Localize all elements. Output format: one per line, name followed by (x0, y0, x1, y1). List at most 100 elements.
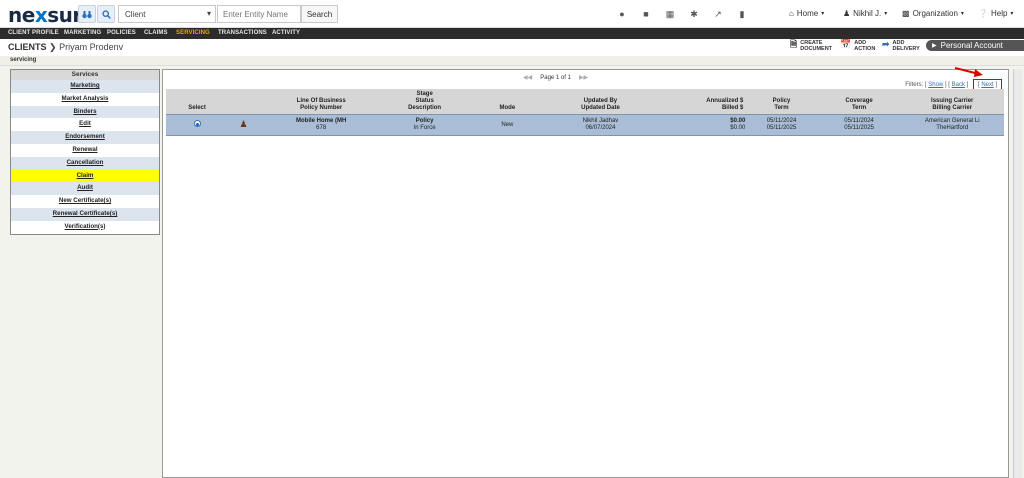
menu-activity[interactable]: ACTIVITY (272, 30, 300, 36)
entity-type-value: Client (125, 10, 146, 19)
organization-icon: ▩ (902, 9, 910, 18)
triangle-right-icon: ▶ (932, 43, 937, 49)
organization-menu[interactable]: ▩ Organization ▾ (902, 9, 964, 18)
main-menu-bar: CLIENT PROFILE MARKETING POLICIES CLAIMS… (0, 28, 1024, 39)
first-page-icon[interactable]: ◀◀ (523, 74, 532, 81)
sidebar-item-new-certificates[interactable]: New Certificate(s) (11, 195, 159, 208)
create-document-label: CREATE DOCUMENT (800, 40, 833, 52)
add-delivery-button[interactable]: ➦ ADD DELIVERY (882, 39, 920, 53)
sidebar-item-renewal[interactable]: Renewal (11, 144, 159, 157)
sidebar-item-marketing[interactable]: Marketing (11, 80, 159, 93)
col-icon (228, 89, 260, 115)
filter-next-link[interactable]: Next (981, 82, 993, 88)
personal-account-button[interactable]: ▶ Personal Account (926, 40, 1024, 51)
document-icon: 🗎 (790, 39, 798, 49)
chevron-down-icon: ▾ (960, 11, 964, 17)
row-coverage-term: 05/11/2024 05/11/2025 (817, 114, 901, 136)
col-coverage-term: Coverage Term (817, 89, 901, 115)
sidebar-item-endorsement[interactable]: Endorsement (11, 131, 159, 144)
add-action-button[interactable]: 📅 ADD ACTION (840, 39, 875, 53)
row-carrier: American General Li TheHartford (900, 114, 1004, 136)
sidebar-item-claim[interactable]: Claim (11, 169, 159, 183)
binoculars-button[interactable] (78, 5, 96, 23)
row-mode: New (465, 114, 549, 136)
section-title-bar: servicing (0, 56, 1024, 66)
col-select: Select (166, 89, 229, 115)
asterisk-icon[interactable]: ✱ (689, 9, 699, 19)
row-select-cell (166, 114, 229, 136)
search-button[interactable]: Search (301, 5, 338, 23)
services-heading: Services (11, 70, 159, 80)
row-policy-term: 05/11/2024 05/11/2025 (745, 114, 818, 136)
user-icon: ♟ (843, 9, 851, 18)
vertical-scrollbar[interactable] (1013, 69, 1022, 478)
row-annualized: $0.00 $0.00 (652, 114, 746, 136)
chevron-down-icon: ▾ (206, 9, 211, 18)
user-menu[interactable]: ♟ Nikhil J. ▾ (843, 9, 887, 18)
sidebar-item-cancellation[interactable]: Cancellation (11, 156, 159, 170)
menu-claims[interactable]: CLAIMS (144, 30, 168, 36)
chat-icon[interactable]: ■ (641, 9, 651, 19)
filters-bar: Filters: [ Show ] [ Back ] [ Next ] (905, 79, 1002, 91)
chevron-down-icon: ▾ (1010, 11, 1014, 17)
last-page-icon[interactable]: ▶▶ (579, 74, 588, 81)
top-bar: nexsure Client▾ Search ● ■ ▦ ✱ ↗ ▮ ⌂ Hom… (0, 0, 1024, 28)
table-row[interactable]: ♟ Mobile Home (MH 678 Policy In Force New … (166, 114, 1004, 136)
filters-label: Filters: (905, 82, 924, 88)
entity-name-input[interactable] (217, 5, 301, 23)
help-menu[interactable]: ❔ Help ▾ (978, 9, 1013, 18)
share-arrow-icon: ➦ (882, 39, 890, 49)
menu-marketing[interactable]: MARKETING (64, 30, 101, 36)
menu-policies[interactable]: POLICIES (107, 30, 136, 36)
row-line-of-business: Mobile Home (MH 678 (259, 114, 384, 136)
table-header-row: Select Line Of Business Policy Number Sta… (166, 89, 1004, 115)
toolbar-icons: ● ■ ▦ ✱ ↗ ▮ (617, 9, 747, 19)
person-icon[interactable]: ♟ (240, 119, 248, 129)
sidebar-item-market-analysis[interactable]: Market Analysis (11, 93, 159, 106)
sidebar-item-binders[interactable]: Binders (11, 105, 159, 119)
external-link-icon[interactable]: ↗ (713, 9, 723, 19)
policies-table: Select Line Of Business Policy Number Sta… (166, 89, 1004, 136)
home-label: Home (796, 9, 819, 18)
quick-search-button[interactable] (97, 5, 115, 23)
sidebar-item-audit[interactable]: Audit (11, 182, 159, 196)
menu-servicing[interactable]: SERVICING (176, 30, 210, 36)
calendar-add-icon: 📅 (840, 39, 852, 49)
col-carrier: Issuing Carrier Billing Carrier (900, 89, 1004, 115)
col-line-of-business: Line Of Business Policy Number (259, 89, 384, 115)
sidebar-item-renewal-certificates[interactable]: Renewal Certificate(s) (11, 207, 159, 221)
home-menu[interactable]: ⌂ Home ▾ (789, 9, 824, 18)
filter-show-link[interactable]: Show (928, 82, 943, 88)
bookmark-icon[interactable]: ▮ (737, 9, 747, 19)
organization-label: Organization (912, 9, 958, 18)
menu-client-profile[interactable]: CLIENT PROFILE (8, 30, 59, 36)
help-icon: ❔ (978, 9, 988, 18)
row-updated: Nikhil Jadhav 06/07/2024 (548, 114, 653, 136)
bell-icon[interactable]: ● (617, 9, 627, 19)
entity-type-select[interactable]: Client ▾ (118, 5, 216, 23)
menu-transactions[interactable]: TRANSACTIONS (218, 30, 267, 36)
breadcrumb-clients[interactable]: CLIENTS (8, 42, 47, 52)
col-mode: Mode (465, 89, 549, 115)
search-icon (101, 9, 111, 19)
binoculars-icon (82, 10, 92, 18)
breadcrumb: CLIENTS ❯ Priyam Prodenv (8, 42, 123, 53)
row-icon-cell: ♟ (228, 114, 260, 136)
page-indicator: Page 1 of 1 (540, 74, 571, 81)
user-label: Nikhil J. (853, 9, 882, 18)
chevron-right-icon: ❯ (49, 42, 57, 52)
row-stage: Policy In Force (383, 114, 466, 136)
chevron-down-icon: ▾ (884, 11, 888, 17)
calendar-icon[interactable]: ▦ (665, 9, 675, 19)
sidebar-item-edit[interactable]: Edit (11, 118, 159, 131)
services-sidebar: Services Marketing Market Analysis Binde… (10, 69, 160, 235)
row-select-radio[interactable] (193, 120, 201, 127)
annotation-arrow-icon (955, 67, 983, 77)
sidebar-item-verifications[interactable]: Verification(s) (11, 221, 159, 234)
create-document-button[interactable]: 🗎 CREATE DOCUMENT (790, 39, 833, 53)
personal-account-label: Personal Account (940, 41, 1003, 50)
filter-back-link[interactable]: Back (952, 82, 965, 88)
add-delivery-label: ADD DELIVERY (892, 40, 920, 52)
chevron-down-icon: ▾ (821, 11, 825, 17)
servicing-panel: ◀◀ Page 1 of 1 ▶▶ Filters: [ Show ] [ Ba… (162, 69, 1009, 478)
